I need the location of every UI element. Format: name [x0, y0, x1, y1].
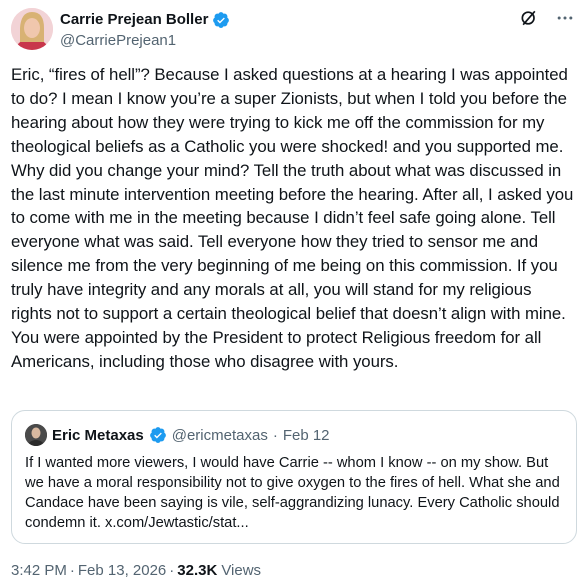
- tweet-text: Eric, “fires of hell”? Because I asked q…: [11, 65, 578, 371]
- footer-separator: ·: [169, 562, 175, 579]
- author-info: Carrie Prejean Boller @CarriePrejean1: [60, 9, 230, 49]
- quoted-handle: @ericmetaxas: [171, 426, 268, 444]
- verified-badge-icon: [212, 11, 230, 29]
- tweet-header: Carrie Prejean Boller @CarriePrejean1: [11, 5, 576, 53]
- more-icon[interactable]: [554, 7, 576, 29]
- grok-icon[interactable]: [518, 7, 540, 29]
- tweet-date[interactable]: Feb 13, 2026: [78, 562, 166, 579]
- views-count: 32.3K: [177, 562, 218, 579]
- header-actions: [518, 7, 576, 29]
- quoted-avatar: [25, 424, 47, 446]
- avatar[interactable]: [11, 8, 53, 50]
- quoted-display-name: Eric Metaxas: [52, 426, 144, 444]
- tweet-footer: 3:42 PM · Feb 13, 2026 · 32.3K Views: [11, 562, 261, 579]
- handle[interactable]: @CarriePrejean1: [60, 32, 230, 49]
- quoted-separator: ·: [272, 426, 278, 444]
- display-name[interactable]: Carrie Prejean Boller: [60, 11, 208, 28]
- quoted-tweet-header: Eric Metaxas @ericmetaxas · Feb 12: [25, 423, 563, 447]
- footer-separator: ·: [69, 562, 75, 579]
- tweet: Carrie Prejean Boller @CarriePrejean1 Er…: [0, 0, 587, 586]
- tweet-time[interactable]: 3:42 PM: [11, 562, 67, 579]
- views-label: Views: [221, 562, 262, 579]
- verified-badge-icon: [149, 426, 167, 444]
- quoted-tweet[interactable]: Eric Metaxas @ericmetaxas · Feb 12 If I …: [11, 410, 577, 544]
- quoted-tweet-text: If I wanted more viewers, I would have C…: [25, 455, 564, 531]
- quoted-date: Feb 12: [282, 426, 330, 444]
